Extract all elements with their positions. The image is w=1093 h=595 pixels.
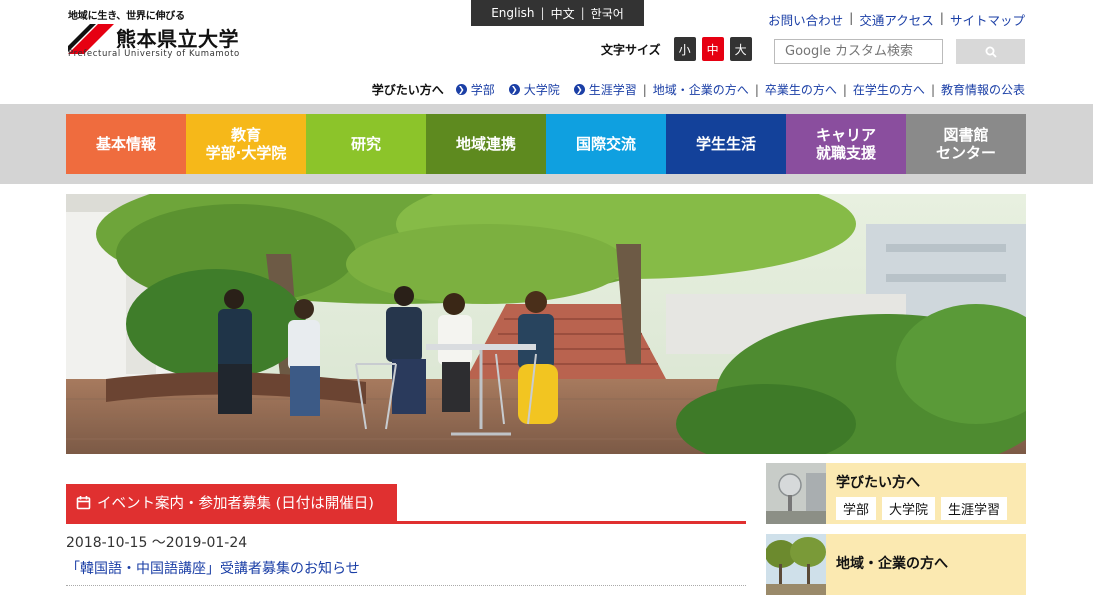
events-divider [66,521,746,524]
audience-separator: | [930,82,935,97]
nav-career[interactable]: キャリア 就職支援 [786,114,906,174]
audience-community-link[interactable]: 地域・企業の方へ [653,81,749,98]
events-heading: イベント案内・参加者募集 (日付は開催日) [66,484,397,521]
audience-separator: | [754,82,759,97]
learners-faculty-button[interactable]: 学部 [836,497,877,520]
events-heading-label: イベント案内・参加者募集 (日付は開催日) [97,496,374,512]
audience-lifelong-link[interactable]: ❯ 生涯学習 [573,81,637,98]
audience-label: 学びたい方へ [371,83,444,97]
nav-student-life[interactable]: 学生生活 [666,114,786,174]
learners-chips: 学部 大学院 生涯学習 [836,497,1008,520]
util-separator: | [849,10,854,25]
lang-separator: | [540,6,545,20]
university-logo[interactable]: 地域に生き、世界に伸びる 熊本県立大学 Prefectural Universi… [68,7,258,63]
community-thumbnail [766,534,826,595]
learners-card: 学びたい方へ 学部 大学院 生涯学習 [766,463,1026,524]
nav-basic-info[interactable]: 基本情報 [66,114,186,174]
font-size-label: 文字サイズ [601,42,661,57]
font-size-selector: 文字サイズ 小 中 大 [601,37,752,61]
access-link[interactable]: 交通アクセス [859,10,933,29]
audience-faculty-link[interactable]: ❯ 学部 [455,81,495,98]
event-date: 2018-10-15 ～2019-01-24 [66,535,248,551]
nav-education[interactable]: 教育 学部·大学院 [186,114,306,174]
audience-disclosure-link[interactable]: 教育情報の公表 [941,81,1025,98]
global-nav-band: 基本情報 教育 学部·大学院 研究 地域連携 国際交流 学生生活 キャリア 就職… [0,104,1093,184]
learners-graduate-button[interactable]: 大学院 [882,497,936,520]
calendar-icon [76,496,91,510]
language-switcher: English | 中文 | 한국어 [471,0,644,26]
learners-thumbnail [766,463,826,524]
nav-community[interactable]: 地域連携 [426,114,546,174]
logo-name: 熊本県立大学 [116,27,239,51]
audience-link-label: 大学院 [523,83,560,97]
event-title-link[interactable]: 「韓国語・中国語講座」受講者募集のお知らせ [66,558,360,578]
audience-separator: | [842,82,847,97]
nav-international[interactable]: 国際交流 [546,114,666,174]
font-size-large-button[interactable]: 大 [729,37,752,61]
contact-link[interactable]: お問い合わせ [768,10,843,29]
global-nav: 基本情報 教育 学部·大学院 研究 地域連携 国際交流 学生生活 キャリア 就職… [66,114,1026,174]
lang-chinese-link[interactable]: 中文 [551,5,575,22]
search-button[interactable] [956,39,1025,64]
audience-link-label: 生涯学習 [588,83,637,97]
audience-link-label: 学部 [470,83,495,97]
sitemap-link[interactable]: サイトマップ [950,10,1025,29]
lang-korean-link[interactable]: 한국어 [591,5,624,22]
campus-photo [66,194,1026,454]
learners-card-title: 学びたい方へ [836,475,920,491]
hero-image [66,194,1026,454]
audience-graduate-link[interactable]: ❯ 大学院 [508,81,560,98]
chevron-right-icon: ❯ [508,84,520,95]
font-size-medium-button[interactable]: 中 [701,37,724,61]
util-separator: | [939,10,944,25]
learners-lifelong-button[interactable]: 生涯学習 [941,497,1008,520]
nav-research[interactable]: 研究 [306,114,426,174]
lang-english-link[interactable]: English [491,6,534,20]
nav-library[interactable]: 図書館 センター [906,114,1026,174]
event-separator [66,585,746,586]
font-size-small-button[interactable]: 小 [673,37,696,61]
audience-alumni-link[interactable]: 卒業生の方へ [765,81,837,98]
audience-links: 学びたい方へ ❯ 学部 ❯ 大学院 ❯ 生涯学習 | 地域・企業の方へ | 卒業生の方… [372,81,1025,98]
utility-links: お問い合わせ | 交通アクセス | サイトマップ [768,10,1025,29]
audience-separator: | [642,82,647,97]
search-input[interactable] [774,39,943,64]
community-card-title: 地域・企業の方へ [836,556,948,572]
lang-separator: | [580,6,585,20]
logo-tagline: 地域に生き、世界に伸びる [68,11,185,22]
community-card[interactable]: 地域・企業の方へ [766,534,1026,595]
chevron-right-icon: ❯ [455,84,467,95]
audience-students-link[interactable]: 在学生の方へ [853,81,925,98]
chevron-right-icon: ❯ [573,84,585,95]
search-icon [985,46,997,58]
logo-name-en: Prefectural University of Kumamoto [68,49,240,59]
